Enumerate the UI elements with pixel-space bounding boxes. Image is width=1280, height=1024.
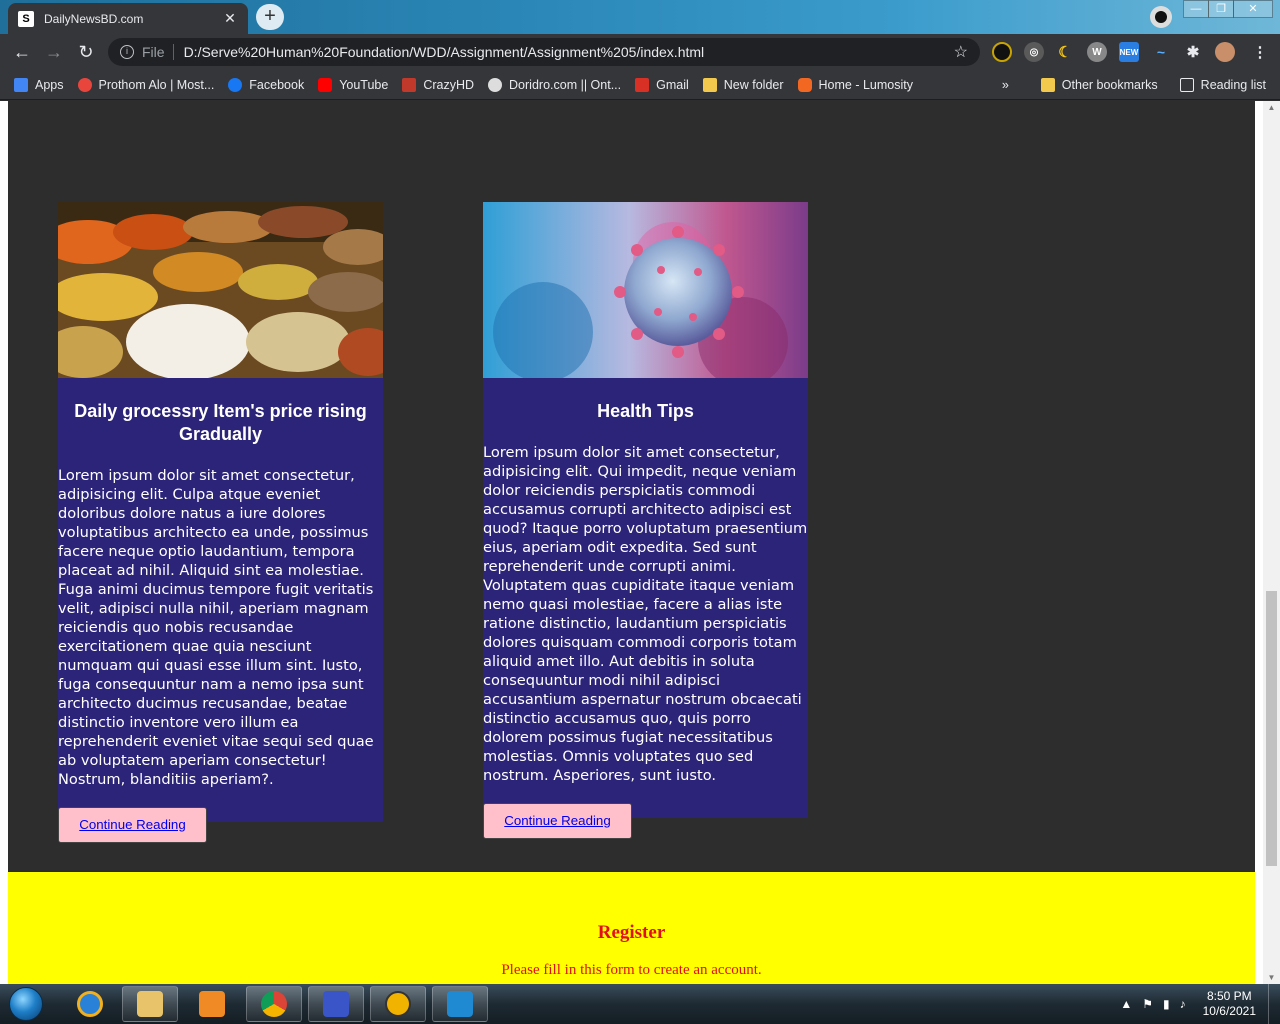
tab-title: DailyNewsBD.com xyxy=(44,11,144,26)
back-arrow-icon[interactable]: ← xyxy=(6,36,38,68)
bookmarks-bar: Apps Prothom Alo | Most... Facebook YouT… xyxy=(0,70,1280,100)
taskbar-app[interactable] xyxy=(308,986,364,1022)
reading-list[interactable]: Reading list xyxy=(1179,78,1266,92)
system-tray: ▲ ⚑ ▮ ♪ 8:50 PM 10/6/2021 xyxy=(1115,984,1280,1024)
tab-search-icon[interactable] xyxy=(1150,6,1172,28)
card-title: Health Tips xyxy=(597,401,694,421)
virus-image xyxy=(483,202,808,378)
site-favicon-icon: S xyxy=(18,10,34,27)
windows-logo-icon xyxy=(9,987,43,1021)
bookmark-lumosity[interactable]: Home - Lumosity xyxy=(797,77,913,92)
scroll-down-arrow-icon[interactable]: ▼ xyxy=(1263,973,1280,982)
volume-icon[interactable]: ♪ xyxy=(1180,997,1186,1011)
register-heading: Register xyxy=(597,922,666,943)
scrollbar-thumb[interactable] xyxy=(1266,591,1277,866)
new-tab-button[interactable]: + xyxy=(256,4,284,30)
card-body: Lorem ipsum dolor sit amet consectetur, … xyxy=(483,444,808,784)
maximize-button[interactable]: ❐ xyxy=(1208,0,1234,18)
show-desktop-button[interactable] xyxy=(1268,984,1280,1024)
card-title: Daily grocessry Item's price rising Grad… xyxy=(74,401,367,444)
bookmark-doridro[interactable]: Doridro.com || Ont... xyxy=(488,77,621,92)
apps-grid-icon xyxy=(14,77,28,92)
url-scheme: File xyxy=(142,44,165,60)
register-section: Register Please fill in this form to cre… xyxy=(8,872,1255,984)
tab-strip: S DailyNewsBD.com ✕ + — ❐ ✕ xyxy=(0,0,1280,34)
globe-icon xyxy=(385,991,411,1017)
page-viewport: Daily grocessry Item's price rising Grad… xyxy=(0,101,1280,984)
extension-moon-icon[interactable]: ☾ xyxy=(1055,42,1075,62)
profile-avatar[interactable] xyxy=(1215,42,1235,62)
taskbar-media-player[interactable] xyxy=(184,986,240,1022)
action-center-flag-icon[interactable]: ⚑ xyxy=(1142,997,1153,1011)
extensions-puzzle-icon[interactable]: ✱ xyxy=(1183,42,1203,62)
news-card-grocery: Daily grocessry Item's price rising Grad… xyxy=(58,202,383,843)
forward-arrow-icon[interactable]: → xyxy=(38,36,70,68)
tab-close-icon[interactable]: ✕ xyxy=(222,10,238,27)
file-explorer-icon xyxy=(137,991,163,1017)
tray-expand-icon[interactable]: ▲ xyxy=(1120,997,1132,1011)
address-bar[interactable]: i File D:/Serve%20Human%20Foundation/WDD… xyxy=(108,38,980,66)
media-player-icon xyxy=(199,991,225,1017)
folder-icon xyxy=(1040,78,1055,92)
card-body: Lorem ipsum dolor sit amet consectetur, … xyxy=(58,467,374,788)
system-clock[interactable]: 8:50 PM 10/6/2021 xyxy=(1203,989,1256,1019)
vscode-icon xyxy=(447,991,473,1017)
register-subtitle: Please fill in this form to create an ac… xyxy=(501,962,762,978)
taskbar-explorer[interactable] xyxy=(122,986,178,1022)
browser-toolbar: ← → ↻ i File D:/Serve%20Human%20Foundati… xyxy=(0,34,1280,70)
chrome-icon xyxy=(261,991,287,1017)
facebook-icon xyxy=(228,77,243,92)
taskbar-vscode[interactable] xyxy=(432,986,488,1022)
extension-w-icon[interactable]: W xyxy=(1087,42,1107,62)
prothom-alo-icon xyxy=(77,77,92,92)
continue-reading-button[interactable]: Continue Reading xyxy=(483,803,632,839)
gmail-icon xyxy=(635,77,650,92)
bookmark-youtube[interactable]: YouTube xyxy=(318,77,388,92)
reload-icon[interactable]: ↻ xyxy=(70,36,102,68)
bookmarks-overflow-icon[interactable]: » xyxy=(1002,78,1009,92)
browser-tab[interactable]: S DailyNewsBD.com ✕ xyxy=(8,3,248,34)
youtube-icon xyxy=(318,77,333,92)
bookmark-star-icon[interactable]: ☆ xyxy=(954,42,968,62)
minimize-button[interactable]: — xyxy=(1183,0,1209,18)
clock-date: 10/6/2021 xyxy=(1202,1004,1256,1018)
web-page: Daily grocessry Item's price rising Grad… xyxy=(8,101,1255,984)
network-signal-icon[interactable]: ▮ xyxy=(1163,997,1170,1011)
bookmark-crazyhd[interactable]: CrazyHD xyxy=(402,77,474,92)
bookmark-gmail[interactable]: Gmail xyxy=(635,77,689,92)
extension-new-icon[interactable]: NEW xyxy=(1119,42,1139,62)
news-section: Daily grocessry Item's price rising Grad… xyxy=(8,101,1255,872)
menu-dots-icon[interactable]: ⋮ xyxy=(1250,42,1270,62)
bookmark-new-folder[interactable]: New folder xyxy=(702,77,784,92)
clock-time: 8:50 PM xyxy=(1206,989,1252,1003)
extension-arrow-icon[interactable]: ~ xyxy=(1151,42,1171,62)
taskbar-chrome[interactable] xyxy=(246,986,302,1022)
close-window-button[interactable]: ✕ xyxy=(1233,0,1273,18)
bookmark-apps[interactable]: Apps xyxy=(14,77,64,92)
news-card-health: Health Tips Lorem ipsum dolor sit amet c… xyxy=(483,202,808,839)
url-text[interactable]: D:/Serve%20Human%20Foundation/WDD/Assign… xyxy=(184,44,954,60)
app-robot-icon xyxy=(323,991,349,1017)
page-scrollbar[interactable]: ▲ ▼ xyxy=(1263,101,1280,984)
continue-reading-button[interactable]: Continue Reading xyxy=(58,807,207,843)
folder-icon xyxy=(702,77,717,92)
taskbar-ie[interactable] xyxy=(62,986,118,1022)
site-info-icon[interactable]: i xyxy=(120,45,134,59)
taskbar-browser[interactable] xyxy=(370,986,426,1022)
lumosity-icon xyxy=(797,77,812,92)
internet-explorer-icon xyxy=(77,991,103,1017)
doridro-icon xyxy=(488,77,503,92)
reading-list-icon xyxy=(1179,78,1194,92)
bookmark-prothom-alo[interactable]: Prothom Alo | Most... xyxy=(77,77,214,92)
windows-taskbar: ▲ ⚑ ▮ ♪ 8:50 PM 10/6/2021 xyxy=(0,984,1280,1024)
crazyhd-icon xyxy=(402,77,417,92)
scroll-up-arrow-icon[interactable]: ▲ xyxy=(1263,103,1280,112)
bookmark-facebook[interactable]: Facebook xyxy=(228,77,304,92)
start-button[interactable] xyxy=(4,984,48,1024)
spice-market-image xyxy=(58,202,383,378)
bookmark-other[interactable]: Other bookmarks xyxy=(1040,78,1158,92)
extension-dark-icon[interactable] xyxy=(992,42,1012,62)
extension-bulb-icon[interactable]: ◎ xyxy=(1024,42,1044,62)
